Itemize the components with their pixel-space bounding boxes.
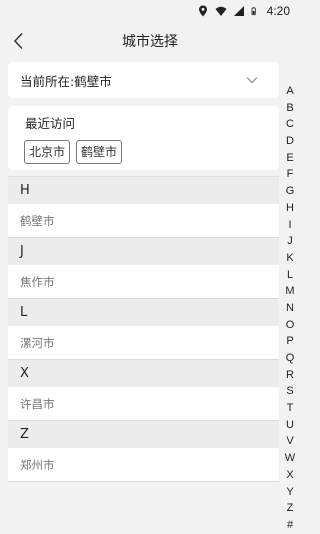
index-letter[interactable]: U [286,417,294,434]
status-bar: 4:20 [0,0,300,22]
index-letter[interactable]: S [286,383,293,400]
header: 城市选择 [0,22,300,60]
recent-label: 最近访问 [25,116,76,131]
index-letter[interactable]: Z [287,500,294,517]
recent-city-chip[interactable]: 鹤壁市 [76,140,123,164]
city-item[interactable]: 许昌市 [8,387,279,420]
index-letter[interactable]: K [286,250,293,267]
current-location-label: 当前所在:鹤壁市 [20,73,112,89]
index-letter[interactable]: L [287,267,293,284]
index-letter[interactable]: Y [286,484,293,501]
index-letter[interactable]: B [286,100,293,117]
index-letter[interactable]: C [286,116,294,133]
index-letter[interactable]: I [288,217,291,234]
index-letter[interactable]: # [287,517,293,534]
battery-icon [251,7,256,16]
recent-section: 最近访问 北京市 鹤壁市 [8,106,279,170]
index-letter[interactable]: H [286,200,294,217]
index-letter[interactable]: A [286,83,293,100]
city-item[interactable]: 焦作市 [8,265,279,298]
index-letter[interactable]: E [286,150,293,167]
index-letter[interactable]: P [286,333,293,350]
index-letter[interactable]: W [285,450,295,467]
location-icon [198,5,207,17]
list-divider [8,481,279,482]
wifi-icon [215,6,227,16]
alphabet-index: A B C D E F G H I J K L M N O P Q R S T … [281,83,299,534]
recent-city-chip[interactable]: 北京市 [24,140,71,164]
signal-icon [233,6,244,16]
current-location-selector[interactable]: 当前所在:鹤壁市 [8,62,279,98]
page-title: 城市选择 [122,34,178,50]
index-letter[interactable]: X [286,467,293,484]
chevron-down-icon [246,77,258,84]
group-header: X [8,359,279,387]
index-letter[interactable]: D [286,133,294,150]
index-letter[interactable]: F [287,166,294,183]
status-time: 4:20 [266,4,290,18]
index-letter[interactable]: G [286,183,295,200]
city-item[interactable]: 漯河市 [8,326,279,359]
index-letter[interactable]: M [285,283,294,300]
city-item[interactable]: 鹤壁市 [8,204,279,237]
city-list: H 鹤壁市 J 焦作市 L 漯河市 X 许昌市 Z 郑州市 [8,176,279,482]
index-letter[interactable]: O [286,317,295,334]
group-header: Z [8,420,279,448]
index-letter[interactable]: J [287,233,293,250]
group-header: J [8,237,279,265]
index-letter[interactable]: N [286,300,294,317]
chevron-left-icon [13,32,23,50]
recent-cities: 北京市 鹤壁市 [24,140,279,164]
index-letter[interactable]: Q [286,350,295,367]
index-letter[interactable]: R [286,367,294,384]
index-letter[interactable]: V [286,433,293,450]
city-item[interactable]: 郑州市 [8,448,279,481]
back-button[interactable] [8,30,30,52]
group-header: L [8,298,279,326]
group-header: H [8,176,279,204]
index-letter[interactable]: T [287,400,294,417]
